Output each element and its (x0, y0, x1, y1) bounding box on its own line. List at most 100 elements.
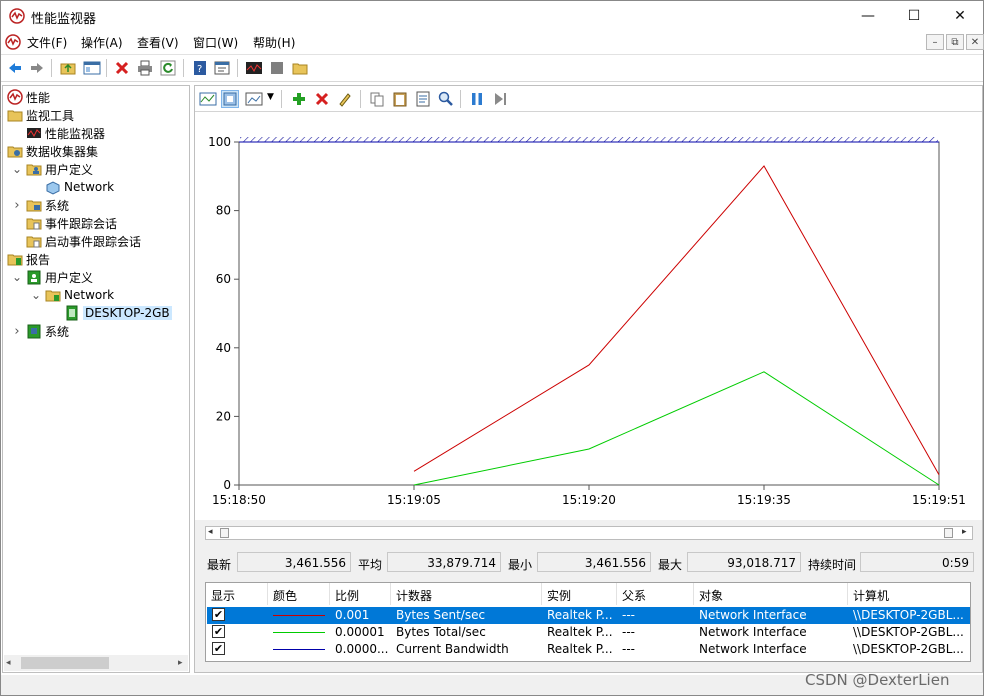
close-button[interactable]: ✕ (937, 1, 983, 31)
menu-bar: 文件(F) 操作(A) 查看(V) 窗口(W) 帮助(H) – ⧉ ✕ (1, 31, 984, 53)
zoom-button[interactable] (437, 90, 455, 108)
tree-item-node-13[interactable]: › 系统 (14, 322, 69, 340)
menu-action[interactable]: 操作(A) (81, 34, 123, 51)
open-folder-button[interactable] (291, 59, 309, 77)
tree-item-node-3[interactable]: ⌄ 数据收集器集 (0, 142, 98, 160)
row-parent: --- (622, 608, 635, 622)
add-counter-button[interactable] (290, 90, 308, 108)
scroll-right-icon[interactable]: ▸ (962, 527, 967, 537)
tree-item-network[interactable]: Network (45, 178, 114, 196)
col-header-show[interactable]: 显示 (206, 583, 268, 605)
show-checkbox[interactable]: ✔ (212, 625, 225, 638)
view-current-activity-button[interactable] (199, 90, 217, 108)
expanded-chevron-icon[interactable]: ⌄ (31, 286, 41, 304)
maximize-button[interactable]: ☐ (891, 1, 937, 31)
print-button[interactable] (136, 59, 154, 77)
back-arrow-icon (9, 63, 21, 73)
legend-row[interactable]: ✔ 0.00001 Bytes Total/sec Realtek P... --- Ne… (207, 624, 970, 641)
copy-icon (370, 92, 384, 107)
tree-item-node-1[interactable]: ⌄ 监视工具 (0, 106, 75, 124)
graph-time-scrollbar[interactable]: ◂ ▸ (205, 526, 973, 540)
highlight-button[interactable] (336, 90, 354, 108)
row-instance: Realtek P... (547, 608, 613, 622)
properties-button[interactable] (414, 90, 432, 108)
show-checkbox[interactable]: ✔ (212, 608, 225, 621)
mdi-close-button[interactable]: ✕ (966, 34, 984, 50)
copy-properties-button[interactable] (368, 90, 386, 108)
tree-item-label: 用户定义 (45, 162, 94, 177)
time-range-end-handle[interactable] (944, 528, 953, 538)
back-button[interactable] (6, 59, 24, 77)
graph-type-dropdown-icon[interactable]: ▼ (267, 92, 274, 102)
row-scale: 0.00001 (335, 625, 385, 639)
help-button[interactable]: ? (191, 59, 209, 77)
tree-item-node-10[interactable]: ⌄ 用户定义 (12, 268, 93, 286)
change-graph-type-button[interactable] (245, 90, 263, 108)
tree-item-node-7[interactable]: 事件跟踪会话 (26, 214, 117, 232)
forward-button[interactable] (28, 59, 46, 77)
expanded-chevron-icon[interactable]: ⌄ (0, 142, 3, 160)
system-folder-icon (26, 200, 42, 212)
col-header-counter[interactable]: 计数器 (391, 583, 542, 605)
col-header-object[interactable]: 对象 (694, 583, 848, 605)
tree-item-desktop-2gb[interactable]: DESKTOP-2GB (64, 304, 172, 322)
minimum-label: 最小 (508, 558, 533, 572)
row-counter: Current Bandwidth (396, 642, 509, 656)
menu-window[interactable]: 窗口(W) (193, 34, 238, 51)
tree-item-node-0[interactable]: 性能 (7, 88, 50, 106)
properties-button[interactable] (213, 59, 231, 77)
expanded-chevron-icon[interactable]: ⌄ (0, 106, 3, 124)
performance-graph[interactable]: 100 80 60 40 20 0 15:18:50 15:19:05 15:19:20 15:1… (195, 112, 982, 520)
expanded-chevron-icon[interactable]: ⌄ (12, 160, 22, 178)
col-header-computer[interactable]: 计算机 (848, 583, 970, 605)
menu-view[interactable]: 查看(V) (137, 34, 179, 51)
perf-view-button[interactable] (245, 59, 263, 77)
scroll-thumb[interactable] (21, 657, 109, 669)
tree-item-label: 监视工具 (26, 108, 75, 123)
time-range-start-handle[interactable] (220, 528, 229, 538)
paste-counter-list-button[interactable] (391, 90, 409, 108)
tree-item-network[interactable]: ⌄ Network (31, 286, 114, 304)
mdi-minimize-button[interactable]: – (926, 34, 944, 50)
update-data-button[interactable] (491, 90, 509, 108)
expanded-chevron-icon[interactable]: ⌄ (12, 268, 22, 286)
menu-help[interactable]: 帮助(H) (253, 34, 295, 51)
col-header-color[interactable]: 颜色 (268, 583, 330, 605)
row-scale: 0.0000... (335, 642, 389, 656)
menu-file[interactable]: 文件(F) (27, 34, 67, 51)
freeze-display-button[interactable] (468, 90, 486, 108)
delete-button[interactable] (113, 59, 131, 77)
expanded-chevron-icon[interactable]: ⌄ (0, 250, 3, 268)
col-header-parent[interactable]: 父系 (617, 583, 694, 605)
view-log-data-button[interactable] (221, 90, 239, 108)
show-checkbox[interactable]: ✔ (212, 642, 225, 655)
color-swatch (273, 649, 325, 650)
scroll-left-icon[interactable]: ◂ (208, 527, 213, 537)
legend-row[interactable]: ✔ 0.001 Bytes Sent/sec Realtek P... --- Netwo… (207, 607, 970, 624)
delete-counter-button[interactable] (313, 90, 331, 108)
col-header-instance[interactable]: 实例 (542, 583, 617, 605)
scroll-right-icon[interactable]: ▸ (178, 658, 183, 668)
tree-item-node-8[interactable]: 启动事件跟踪会话 (26, 232, 141, 250)
mdi-restore-button[interactable]: ⧉ (946, 34, 964, 50)
tree-item-label: 性能 (26, 90, 51, 105)
perf-monitor-icon[interactable] (5, 34, 21, 50)
scroll-left-icon[interactable]: ◂ (6, 658, 11, 668)
collapsed-chevron-icon[interactable]: › (12, 322, 22, 340)
close-icon: ✕ (954, 8, 966, 24)
tree-item-node-6[interactable]: › 系统 (14, 196, 69, 214)
tree-item-node-4[interactable]: ⌄ 用户定义 (12, 160, 94, 178)
col-header-scale[interactable]: 比例 (330, 583, 391, 605)
collapsed-chevron-icon[interactable]: › (12, 196, 22, 214)
maximize-icon: ☐ (907, 8, 921, 24)
tree-item-node-9[interactable]: ⌄ 报告 (0, 250, 50, 268)
up-folder-button[interactable] (59, 59, 77, 77)
refresh-button[interactable] (159, 59, 177, 77)
legend-row[interactable]: ✔ 0.0000... Current Bandwidth Realtek P... -… (207, 641, 970, 658)
stop-button[interactable] (268, 59, 286, 77)
tree-horizontal-scrollbar[interactable]: ◂ ▸ (4, 655, 188, 671)
minimize-button[interactable]: — (845, 1, 891, 31)
tree-item-node-2[interactable]: 性能监视器 (26, 124, 105, 142)
show-hide-tree-button[interactable] (83, 59, 101, 77)
y-tick-label: 40 (216, 341, 231, 355)
